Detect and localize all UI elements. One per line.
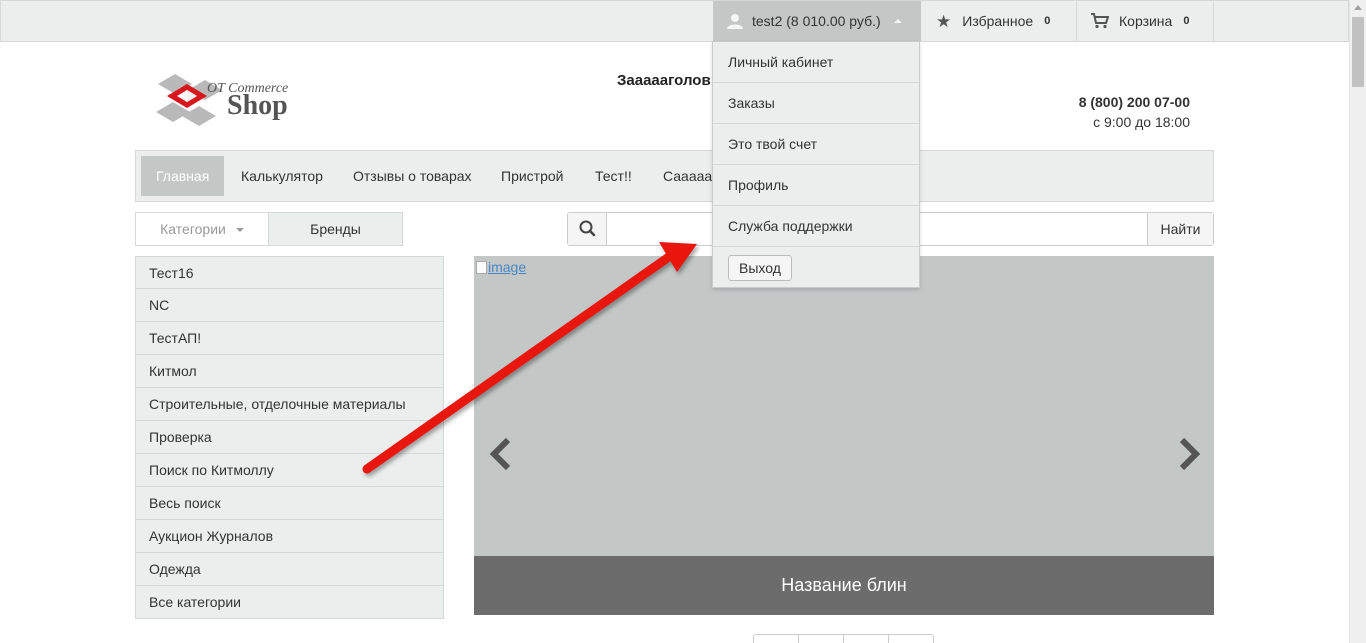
category-item[interactable]: ТестАП! — [135, 322, 444, 355]
pagination-button[interactable] — [754, 635, 799, 643]
page-scrollbar[interactable] — [1349, 0, 1366, 643]
cart-count: 0 — [1183, 15, 1190, 27]
tab-categories-label: Категории — [160, 221, 226, 237]
category-item[interactable]: Весь поиск — [135, 487, 444, 520]
category-item[interactable]: NC — [135, 289, 444, 322]
menu-item-support[interactable]: Служба поддержки — [713, 206, 919, 247]
category-item[interactable]: Тест16 — [135, 256, 444, 289]
favorites-link[interactable]: ★ Избранное 0 — [921, 1, 1077, 41]
user-menu-toggle[interactable]: test2 (8 010.00 руб.) — [713, 1, 921, 41]
nav-item-reviews[interactable]: Отзывы о товарах — [338, 156, 487, 196]
cart-icon — [1091, 13, 1109, 29]
user-balance-label: test2 (8 010.00 руб.) — [752, 13, 881, 29]
tab-categories[interactable]: Категории — [136, 213, 269, 245]
cart-label: Корзина — [1119, 13, 1173, 29]
menu-item-account[interactable]: Личный кабинет — [713, 42, 919, 83]
logo[interactable]: OT Commerce Shop — [155, 72, 315, 127]
scrollbar-thumb[interactable] — [1352, 17, 1364, 87]
phone-number: 8 (800) 200 07-00 — [1078, 94, 1190, 110]
category-item[interactable]: Все категории — [135, 586, 444, 619]
category-item[interactable]: Китмол — [135, 355, 444, 388]
pagination-button[interactable] — [889, 635, 933, 643]
user-dropdown-menu: Личный кабинет Заказы Это твой счет Проф… — [712, 41, 920, 288]
top-bar: test2 (8 010.00 руб.) ★ Избранное 0 Корз… — [0, 0, 1349, 42]
category-item[interactable]: Поиск по Китмоллу — [135, 454, 444, 487]
contact-block: 8 (800) 200 07-00 с 9:00 до 18:00 — [1079, 92, 1190, 132]
caret-up-icon — [893, 19, 902, 23]
pagination-button[interactable] — [844, 635, 889, 643]
category-item[interactable]: Одежда — [135, 553, 444, 586]
cart-link[interactable]: Корзина 0 — [1077, 1, 1214, 41]
catalog-tabs: Категории Бренды — [135, 212, 403, 246]
category-item[interactable]: Аукцион Журналов — [135, 520, 444, 553]
header-headline: Заааааголов — [617, 72, 711, 89]
nav-item-home[interactable]: Главная — [141, 156, 225, 196]
category-list: Тест16 NC ТестАП! Китмол Строительные, о… — [135, 256, 444, 619]
scroll-up-icon[interactable] — [1354, 5, 1362, 10]
banner-slider: image Название блин — [474, 256, 1214, 615]
broken-image-icon — [476, 260, 487, 274]
nav-item-test[interactable]: Тест!! — [580, 156, 647, 196]
slide-image-alt: image — [488, 259, 527, 275]
favorites-label: Избранное — [962, 13, 1034, 29]
caret-down-icon — [235, 228, 244, 233]
main-nav: Главная Калькулятор Отзывы о товарах При… — [135, 150, 1214, 202]
user-icon — [727, 14, 743, 29]
slider-prev-icon[interactable] — [486, 436, 516, 472]
category-item[interactable]: Проверка — [135, 421, 444, 454]
star-icon: ★ — [936, 11, 952, 31]
pagination-button[interactable] — [799, 635, 844, 643]
pagination[interactable] — [753, 634, 934, 643]
slider-next-icon[interactable] — [1174, 436, 1204, 472]
slide-caption: Название блин — [474, 556, 1214, 615]
slide-image-link[interactable]: image — [476, 259, 526, 275]
menu-item-profile[interactable]: Профиль — [713, 165, 919, 206]
working-hours: с 9:00 до 18:00 — [1093, 114, 1190, 130]
tab-brands[interactable]: Бренды — [269, 213, 402, 245]
category-item[interactable]: Строительные, отделочные материалы — [135, 388, 444, 421]
nav-item-calculator[interactable]: Калькулятор — [226, 156, 338, 196]
menu-item-orders[interactable]: Заказы — [713, 83, 919, 124]
nav-item-pristroy[interactable]: Пристрой — [486, 156, 578, 196]
favorites-count: 0 — [1044, 15, 1051, 27]
search-icon[interactable] — [568, 213, 607, 245]
logo-text-shop: Shop — [227, 90, 288, 121]
logout-button[interactable]: Выход — [728, 255, 792, 281]
search-button[interactable]: Найти — [1147, 213, 1213, 245]
menu-item-balance[interactable]: Это твой счет — [713, 124, 919, 165]
